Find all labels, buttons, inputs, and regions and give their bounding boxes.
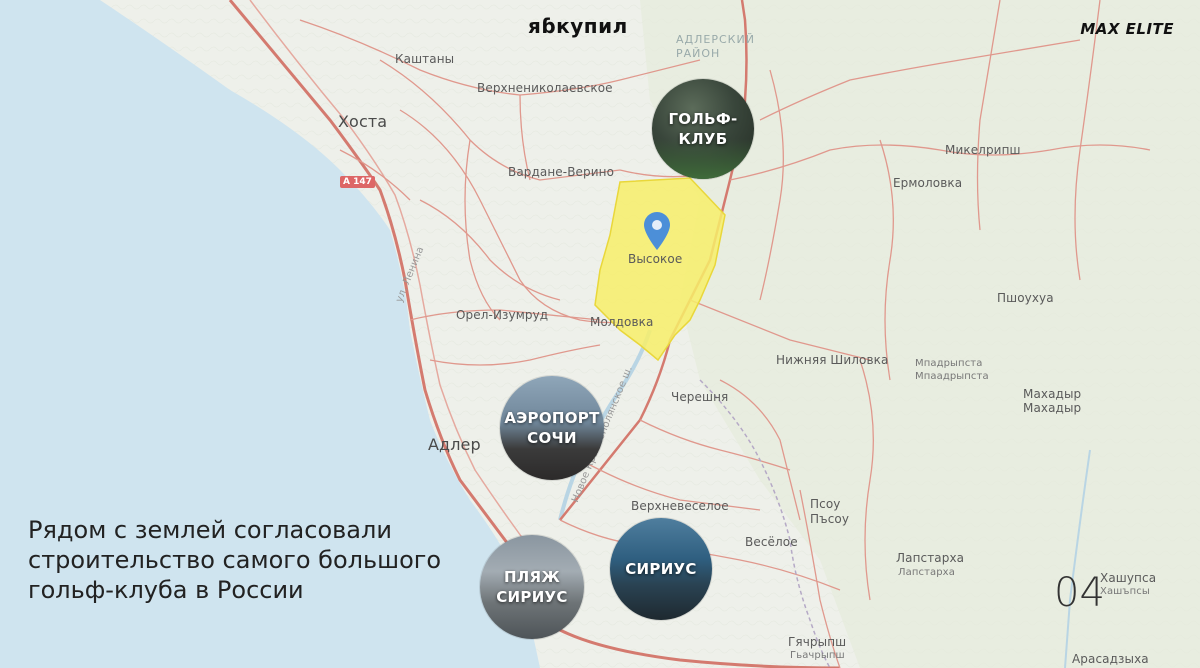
sirius-label: СИРИУС — [625, 560, 697, 578]
airport-sochi-circle[interactable]: АЭРОПОРТ СОЧИ — [500, 376, 604, 480]
page-number: 04 — [1054, 570, 1105, 616]
map-label-mikelripsh: Микелрипш — [945, 143, 1021, 157]
map-label-psou: Псоу — [810, 497, 841, 511]
map-label-ermolovka: Ермоловка — [893, 176, 963, 190]
golf-club-label: ГОЛЬФ-КЛУБ — [668, 110, 738, 148]
map-label-chereshnya: Черешня — [671, 390, 729, 404]
map-label-veseloe: Весёлое — [745, 535, 798, 549]
map-label-vardane-verino: Вардане-Верино — [508, 165, 615, 179]
map-label-gyachrypsh: Гячрыпш — [788, 635, 847, 649]
map-label-vysokoe: Высокое — [628, 252, 683, 266]
map-label-khashupsa: Хашупса — [1100, 571, 1157, 585]
map-label-adler: Адлер — [428, 435, 481, 454]
map-label-verkhnenikolaevskoe: Верхнениколаевское — [477, 81, 613, 95]
map-label-gyachrypsh-sub: Гьачрыпш — [790, 650, 845, 661]
map-label-nizhnyaya-shilovka: Нижняя Шиловка — [776, 353, 889, 367]
map-label-verkhneveseloe: Верхневеселое — [631, 499, 729, 513]
yakupil-logo: яɓкупил — [528, 14, 628, 38]
map-label-mpaadrypsta: Мпаадрыпста — [915, 371, 989, 382]
road-a147-badge: А 147 — [340, 176, 375, 188]
map-label-lapstarkha-sub: Лапстарха — [898, 567, 955, 578]
map-label-makhadyr-sub: Махадыр — [1023, 401, 1082, 415]
map-label-lapstarkha: Лапстарха — [896, 551, 965, 565]
map-label-psou-sub: Пъсоу — [810, 512, 850, 526]
map-label-khashupsa-sub: Хашъпсы — [1100, 586, 1150, 597]
beach-sirius-circle[interactable]: ПЛЯЖ СИРИУС — [480, 535, 584, 639]
map-label-khosta: Хоста — [338, 112, 388, 131]
map-label-orel-izumrud: Орел-Изумруд — [456, 308, 549, 322]
map-label-arasadzykha: Арасадзыха — [1072, 652, 1149, 666]
map-label-moldovka: Молдовка — [590, 315, 654, 329]
map-label-makhadyr: Махадыр — [1023, 387, 1082, 401]
map-label-kashtany: Каштаны — [395, 52, 455, 66]
max-elite-logo: MAX ELITE — [1080, 20, 1174, 38]
headline-text: Рядом с землей согласовали строительство… — [28, 516, 442, 604]
golf-club-circle[interactable]: ГОЛЬФ-КЛУБ — [652, 79, 754, 179]
airport-sochi-label: АЭРОПОРТ СОЧИ — [504, 409, 600, 447]
location-pin-icon[interactable] — [644, 212, 670, 250]
map-label-mpadrypsta: Мпадрыпста — [915, 358, 983, 369]
beach-sirius-label: ПЛЯЖ СИРИУС — [496, 568, 568, 606]
map-label-adler-district: АДЛЕРСКИЙ РАЙОН — [676, 33, 755, 60]
map-label-pshoukhua: Пшоухуа — [997, 291, 1054, 305]
sirius-circle[interactable]: СИРИУС — [610, 518, 712, 620]
